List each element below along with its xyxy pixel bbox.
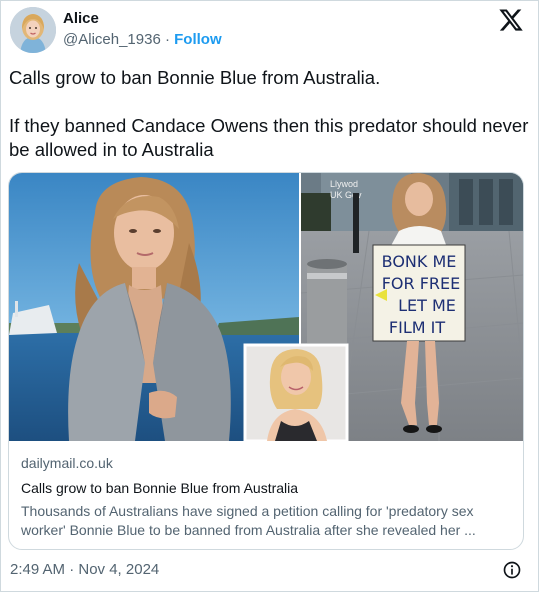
sign-line2: FOR FREE (382, 274, 461, 293)
card-meta: dailymail.co.uk Calls grow to ban Bonnie… (21, 455, 513, 540)
sign-line1: BONK ME (382, 252, 457, 271)
card-title[interactable]: Calls grow to ban Bonnie Blue from Austr… (21, 480, 513, 496)
inset-photo (243, 343, 349, 441)
link-preview-card[interactable]: Llywod UK Gov BONK ME FOR FREE LET ME FI… (8, 172, 524, 550)
author-handle[interactable]: @Aliceh_1936 (63, 31, 161, 48)
tweet-text: Calls grow to ban Bonnie Blue from Austr… (9, 66, 529, 162)
timestamp[interactable]: 2:49 AM · Nov 4, 2024 (10, 561, 159, 578)
tweet-text-line1: Calls grow to ban Bonnie Blue from Austr… (9, 67, 381, 88)
author-handle-row: @Aliceh_1936 · Follow (63, 31, 222, 48)
card-description: Thousands of Australians have signed a p… (21, 503, 476, 538)
handle-separator: · (164, 31, 170, 48)
background-sign-line1: Llywod (330, 179, 358, 189)
sign-line4: FILM IT (389, 318, 445, 337)
x-logo-icon[interactable] (498, 7, 524, 33)
author-name[interactable]: Alice (63, 10, 99, 27)
card-domain[interactable]: dailymail.co.uk (21, 455, 513, 471)
info-icon[interactable] (502, 560, 522, 580)
tweet-text-line2: If they banned Candace Owens then this p… (9, 115, 529, 160)
sign-line3: LET ME (398, 296, 456, 315)
avatar[interactable] (10, 7, 56, 53)
card-image[interactable]: Llywod UK Gov BONK ME FOR FREE LET ME FI… (9, 173, 523, 441)
follow-button[interactable]: Follow (174, 31, 222, 48)
